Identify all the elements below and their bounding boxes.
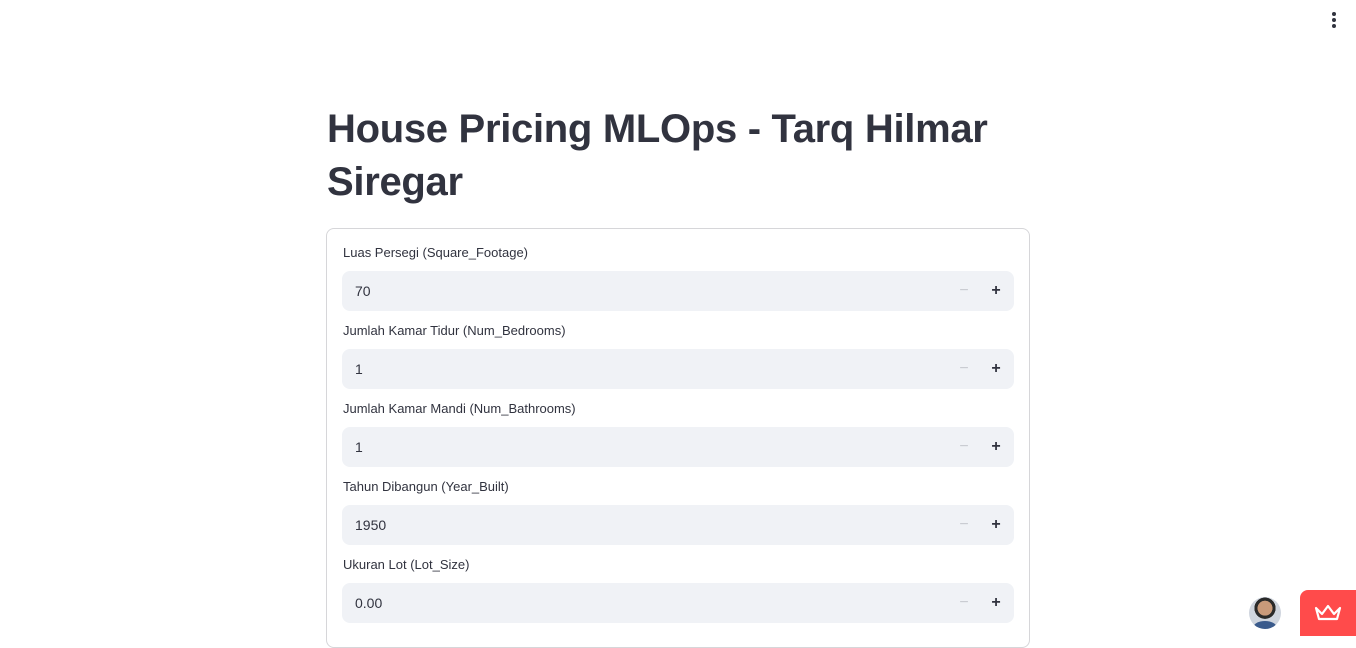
main-content: House Pricing MLOps - Tarq Hilmar Sirega…	[326, 103, 1030, 648]
increment-button[interactable]: +	[980, 349, 1012, 389]
field-label: Jumlah Kamar Tidur (Num_Bedrooms)	[343, 323, 566, 338]
decrement-button[interactable]: −	[948, 349, 980, 389]
field-year-built: Tahun Dibangun (Year_Built) − +	[342, 479, 1014, 545]
field-num-bedrooms: Jumlah Kamar Tidur (Num_Bedrooms) − +	[342, 323, 1014, 389]
field-label: Tahun Dibangun (Year_Built)	[343, 479, 509, 494]
decrement-button[interactable]: −	[948, 505, 980, 545]
num-bathrooms-number-input: − +	[342, 427, 1014, 467]
field-label: Ukuran Lot (Lot_Size)	[343, 557, 470, 572]
field-label: Jumlah Kamar Mandi (Num_Bathrooms)	[343, 401, 576, 416]
kebab-menu-dot	[1332, 24, 1336, 28]
year-built-input[interactable]	[342, 505, 948, 545]
kebab-menu-icon	[1332, 12, 1336, 16]
num-bedrooms-input[interactable]	[342, 349, 948, 389]
lot-size-input[interactable]	[342, 583, 948, 623]
field-square-footage: Luas Persegi (Square_Footage) − +	[342, 245, 1014, 311]
field-label: Luas Persegi (Square_Footage)	[343, 245, 529, 260]
main-menu-button[interactable]	[1322, 8, 1346, 32]
square-footage-number-input: − +	[342, 271, 1014, 311]
field-lot-size: Ukuran Lot (Lot_Size) − +	[342, 557, 1014, 623]
year-built-number-input: − +	[342, 505, 1014, 545]
user-avatar[interactable]	[1249, 597, 1281, 629]
decrement-button[interactable]: −	[948, 427, 980, 467]
decrement-button[interactable]: −	[948, 271, 980, 311]
decrement-button[interactable]: −	[948, 583, 980, 623]
increment-button[interactable]: +	[980, 427, 1012, 467]
field-num-bathrooms: Jumlah Kamar Mandi (Num_Bathrooms) − +	[342, 401, 1014, 467]
lot-size-number-input: − +	[342, 583, 1014, 623]
crown-icon	[1314, 604, 1342, 621]
prediction-form: Luas Persegi (Square_Footage) − + Jumlah…	[326, 228, 1030, 648]
kebab-menu-dot	[1332, 18, 1336, 22]
num-bedrooms-number-input: − +	[342, 349, 1014, 389]
num-bathrooms-input[interactable]	[342, 427, 948, 467]
increment-button[interactable]: +	[980, 271, 1012, 311]
square-footage-input[interactable]	[342, 271, 948, 311]
increment-button[interactable]: +	[980, 583, 1012, 623]
increment-button[interactable]: +	[980, 505, 1012, 545]
streamlit-deploy-button[interactable]	[1300, 590, 1356, 636]
page-title: House Pricing MLOps - Tarq Hilmar Sirega…	[327, 107, 988, 204]
